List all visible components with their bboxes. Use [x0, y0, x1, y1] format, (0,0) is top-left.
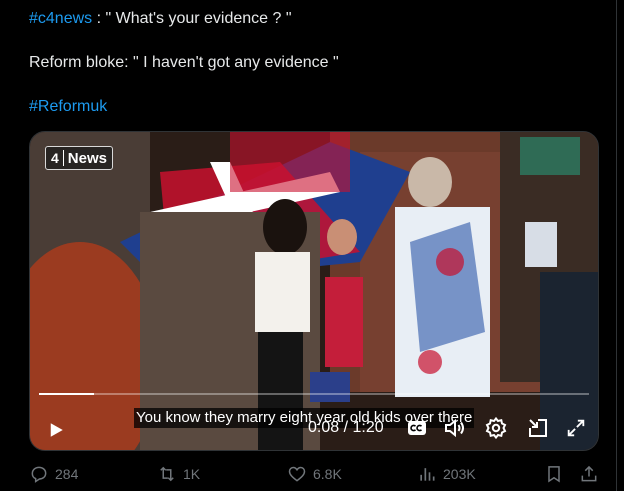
tweet-line-2: Reform bloke: " I haven't got any eviden… [29, 54, 339, 71]
video-frame [30, 132, 598, 450]
channel-4-news-badge: 4 News [45, 146, 113, 170]
like-icon [288, 466, 306, 482]
picture-in-picture-button[interactable] [526, 416, 550, 440]
reply-count: 284 [55, 466, 79, 482]
fullscreen-icon [567, 419, 585, 437]
fullscreen-button[interactable] [564, 416, 588, 440]
channel-4-logo: 4 [51, 150, 64, 166]
tweet-actions: 284 1K 6.8K 203K [0, 462, 616, 490]
repost-button[interactable]: 1K [157, 462, 200, 486]
tweet-quote: : " What's your evidence ? " [92, 10, 292, 27]
settings-icon [485, 416, 507, 440]
settings-button[interactable] [484, 416, 508, 440]
tweet-line-1: #c4news : " What's your evidence ? " [29, 8, 292, 30]
like-count: 6.8K [313, 466, 342, 482]
repost-icon [160, 466, 174, 482]
video-time: 0:08 / 1:20 [308, 419, 384, 436]
volume-icon [445, 418, 464, 438]
tweet-line-3: #Reformuk [29, 96, 107, 118]
reply-button[interactable]: 284 [29, 462, 78, 486]
picture-in-picture-icon [529, 419, 547, 437]
view-count: 203K [443, 466, 476, 482]
play-button[interactable] [44, 418, 68, 442]
play-icon [50, 423, 63, 437]
share-button[interactable] [579, 462, 599, 486]
share-icon [581, 465, 597, 482]
bookmark-button[interactable] [544, 462, 564, 486]
closed-captions-icon [408, 421, 426, 435]
captions-button[interactable] [407, 418, 427, 438]
like-button[interactable]: 6.8K [287, 462, 342, 486]
volume-button[interactable] [443, 416, 467, 440]
views-button[interactable]: 203K [417, 462, 476, 486]
hashtag-reformuk[interactable]: #Reformuk [29, 98, 107, 115]
video-player[interactable]: 4 News You know they marry eight year ol… [29, 131, 599, 451]
repost-count: 1K [183, 466, 201, 482]
video-progress-bar[interactable] [39, 393, 589, 395]
views-icon [420, 468, 435, 481]
video-progress-fill [39, 393, 94, 395]
reply-icon [31, 466, 47, 483]
hashtag-c4news[interactable]: #c4news [29, 10, 92, 27]
bookmark-icon [548, 466, 560, 483]
timeline-divider [616, 0, 617, 491]
news-label: News [67, 149, 107, 167]
